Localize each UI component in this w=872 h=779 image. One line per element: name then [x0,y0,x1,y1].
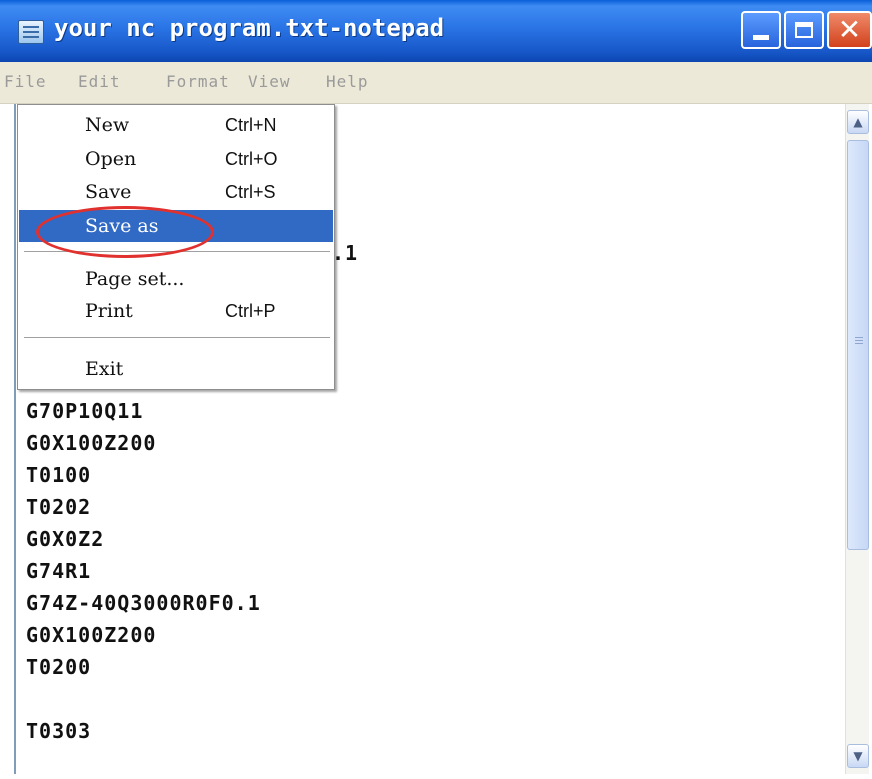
menu-item-shortcut: Ctrl+P [225,301,276,321]
chevron-up-icon: ▲ [853,115,863,129]
menu-format[interactable]: Format [166,72,230,91]
code-line: G0X0Z2 [26,527,105,551]
menu-item-label: New [85,114,130,136]
code-line: G70P10Q11 [26,399,144,423]
menu-edit[interactable]: Edit [78,72,121,91]
title-bar[interactable]: your nc program.txt-notepad ✕ [0,0,872,62]
menu-item-label: Print [85,300,133,322]
menu-file[interactable]: File [4,72,47,91]
window-title: your nc program.txt-notepad [54,14,445,42]
menu-item-open[interactable]: Open Ctrl+O [19,143,333,175]
menu-item-exit[interactable]: Exit [19,353,333,385]
chevron-down-icon: ▼ [853,749,863,763]
code-line: T0303 [26,719,92,743]
vertical-scrollbar[interactable]: ▲ ▼ [845,104,869,774]
menu-item-page-setup[interactable]: Page set... [19,263,333,295]
menu-item-shortcut: Ctrl+N [225,115,277,135]
menu-item-label: Exit [85,358,124,380]
menu-separator [24,251,330,253]
menu-item-shortcut: Ctrl+S [225,182,276,202]
code-line: T0200 [26,655,92,679]
menu-item-label: Open [85,148,137,170]
code-line: G74R1 [26,559,92,583]
maximize-icon [795,22,813,38]
scroll-up-button[interactable]: ▲ [847,110,869,134]
menu-item-save-as[interactable]: Save as [19,210,333,242]
menu-item-shortcut: Ctrl+O [225,149,278,169]
code-line: T0202 [26,495,92,519]
menu-item-label: Save [85,181,132,203]
close-button[interactable]: ✕ [827,11,872,49]
menu-item-label: Page set... [85,268,185,290]
partial-line-fragment: .1 [332,241,359,265]
code-line: G74Z-40Q3000R0F0.1 [26,591,261,615]
menu-item-new[interactable]: New Ctrl+N [19,109,333,141]
file-menu-dropdown: New Ctrl+N Open Ctrl+O Save Ctrl+S Save … [17,104,335,390]
menu-help[interactable]: Help [326,72,369,91]
menu-item-print[interactable]: Print Ctrl+P [19,295,333,327]
grip-icon [855,337,863,338]
menu-item-label: Save as [85,215,159,237]
code-line: G0X100Z200 [26,431,157,455]
notepad-icon [18,20,44,44]
menu-view[interactable]: View [248,72,291,91]
menu-item-save[interactable]: Save Ctrl+S [19,176,333,208]
minimize-button[interactable] [741,11,781,49]
maximize-button[interactable] [784,11,824,49]
menu-bar: File Edit Format View Help [0,62,872,104]
code-line: T0100 [26,463,92,487]
code-line: G0X100Z200 [26,623,157,647]
menu-separator [24,337,330,339]
scroll-thumb[interactable] [847,140,869,550]
minimize-icon [753,34,769,40]
scroll-down-button[interactable]: ▼ [847,744,869,768]
close-icon: ✕ [837,13,862,46]
